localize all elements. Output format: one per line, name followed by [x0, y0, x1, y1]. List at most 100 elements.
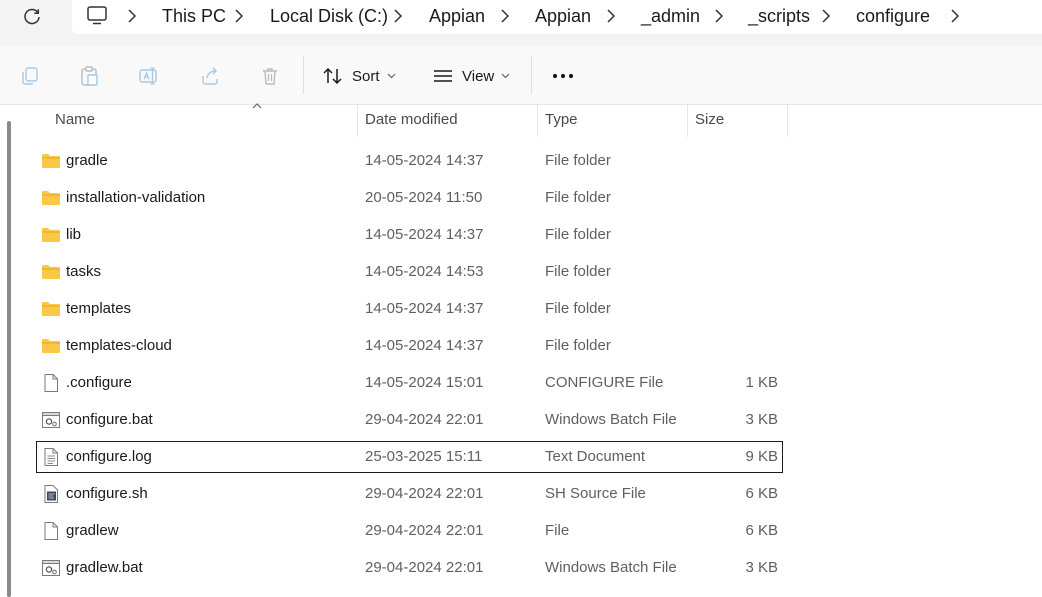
file-type: Text Document [545, 448, 646, 465]
file-row[interactable]: lib 14-05-2024 14:37 File folder [36, 219, 783, 251]
breadcrumb-appian-2[interactable]: Appian [535, 5, 591, 27]
paste-icon[interactable] [78, 65, 100, 87]
file-name: templates-cloud [66, 337, 172, 354]
file-size: 3 KB [745, 559, 778, 576]
file-date-modified: 29-04-2024 22:01 [365, 522, 484, 539]
file-date-modified: 29-04-2024 22:01 [365, 559, 484, 576]
column-header-type[interactable]: Type [545, 105, 685, 137]
folder-icon [42, 228, 60, 242]
file-type: Windows Batch File [545, 411, 677, 428]
view-button[interactable]: View [432, 60, 510, 92]
column-header-date[interactable]: Date modified [365, 105, 535, 137]
view-list-icon [434, 70, 452, 82]
file-row-selected[interactable]: configure.log 25-03-2025 15:11 Text Docume… [36, 441, 783, 473]
copy-icon[interactable] [19, 65, 41, 87]
folder-icon [42, 339, 60, 353]
file-type: File [545, 522, 570, 539]
text-file-icon [44, 448, 58, 466]
command-bar: Sort View [0, 46, 1042, 105]
column-header-type-label: Type [545, 111, 578, 128]
file-name: installation-validation [66, 189, 206, 206]
file-name: tasks [66, 263, 102, 280]
column-header-name-label: Name [55, 111, 96, 128]
breadcrumb-configure[interactable]: configure [856, 5, 930, 27]
sh-file-icon [44, 485, 58, 503]
blank-file-icon [44, 374, 58, 392]
file-size: 1 KB [745, 374, 778, 391]
file-date-modified: 25-03-2025 15:11 [365, 448, 483, 465]
file-row[interactable]: tasks 14-05-2024 14:53 File folder [36, 256, 783, 288]
column-header-size[interactable]: Size [695, 105, 785, 137]
batch-file-icon [42, 412, 60, 428]
file-row[interactable]: templates 14-05-2024 14:37 File folder [36, 293, 783, 325]
address-bar-area: This PC Local Disk (C:) Appian Appian _a… [0, 0, 1042, 46]
file-name: configure.bat [66, 411, 153, 428]
file-name: templates [66, 300, 132, 317]
file-size: 3 KB [745, 411, 778, 428]
chevron-down-icon [501, 73, 510, 79]
rename-icon[interactable] [138, 65, 160, 87]
file-name: configure.log [66, 448, 152, 465]
breadcrumb-this-pc[interactable]: This PC [162, 5, 226, 27]
file-row[interactable]: templates-cloud 14-05-2024 14:37 File fold… [36, 330, 783, 362]
column-divider[interactable] [787, 105, 788, 137]
file-date-modified: 14-05-2024 14:37 [365, 152, 484, 169]
file-date-modified: 14-05-2024 14:37 [365, 337, 484, 354]
file-type: File folder [545, 226, 611, 243]
breadcrumb-scripts[interactable]: _scripts [748, 5, 810, 27]
file-row[interactable]: .configure 14-05-2024 15:01 CONFIGURE File… [36, 367, 783, 399]
chevron-right-icon [394, 9, 403, 23]
file-row[interactable]: installation-validation 20-05-2024 11:50 F… [36, 182, 783, 214]
folder-icon [42, 302, 60, 316]
file-size: 6 KB [745, 522, 778, 539]
file-type: File folder [545, 300, 611, 317]
chevron-right-icon [235, 9, 244, 23]
file-row[interactable]: gradle 14-05-2024 14:37 File folder [36, 145, 783, 177]
file-size: 6 KB [745, 485, 778, 502]
file-type: File folder [545, 152, 611, 169]
breadcrumb[interactable]: This PC Local Disk (C:) Appian Appian _a… [72, 0, 1042, 34]
column-header-size-label: Size [695, 111, 725, 128]
chevron-right-icon [822, 9, 831, 23]
chevron-right-icon [715, 9, 724, 23]
file-name: gradlew [66, 522, 119, 539]
batch-file-icon [42, 560, 60, 576]
file-row[interactable]: gradlew.bat 29-04-2024 22:01 Windows Batch… [36, 552, 783, 584]
chevron-right-icon [501, 9, 510, 23]
refresh-button[interactable] [14, 4, 50, 30]
file-size: 9 KB [745, 448, 778, 465]
file-date-modified: 20-05-2024 11:50 [365, 189, 483, 206]
file-name: .configure [66, 374, 132, 391]
vertical-scrollbar[interactable] [7, 121, 11, 597]
chevron-right-icon[interactable] [949, 8, 961, 24]
blank-file-icon [44, 522, 58, 540]
sort-label: Sort [352, 67, 380, 85]
column-divider[interactable] [687, 105, 688, 137]
column-divider[interactable] [357, 105, 358, 137]
column-header-name[interactable]: Name [55, 103, 355, 137]
file-list: Name Date modified Type Size gradle 14-05… [0, 103, 1042, 597]
file-type: CONFIGURE File [545, 374, 664, 391]
file-type: SH Source File [545, 485, 646, 502]
breadcrumb-admin[interactable]: _admin [641, 5, 700, 27]
delete-icon[interactable] [259, 65, 281, 87]
column-divider[interactable] [537, 105, 538, 137]
toolbar-separator [303, 56, 304, 94]
file-row[interactable]: configure.sh 29-04-2024 22:01 SH Source Fi… [36, 478, 783, 510]
more-options-icon[interactable] [549, 64, 577, 88]
chevron-right-icon [128, 9, 137, 23]
folder-icon [42, 265, 60, 279]
breadcrumb-appian-1[interactable]: Appian [429, 5, 485, 27]
file-type: File folder [545, 189, 611, 206]
sort-button[interactable]: Sort [322, 60, 396, 92]
sort-icon [323, 67, 342, 85]
file-row[interactable]: gradlew 29-04-2024 22:01 File 6 KB [36, 515, 783, 547]
share-icon[interactable] [199, 65, 221, 87]
breadcrumb-local-disk[interactable]: Local Disk (C:) [270, 5, 388, 27]
file-row[interactable]: configure.bat 29-04-2024 22:01 Windows Bat… [36, 404, 783, 436]
file-date-modified: 14-05-2024 14:37 [365, 226, 484, 243]
chevron-right-icon [607, 9, 616, 23]
file-name: lib [66, 226, 82, 243]
file-name: gradlew.bat [66, 559, 143, 576]
file-type: File folder [545, 337, 611, 354]
